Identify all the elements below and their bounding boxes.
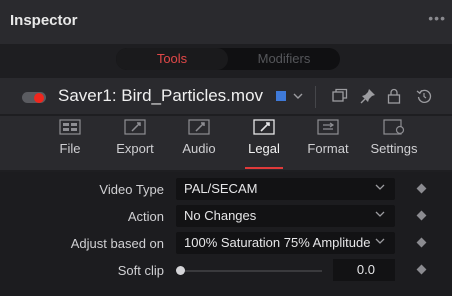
tab-modifiers[interactable]: Modifiers xyxy=(228,48,340,70)
keyframe-icon[interactable] xyxy=(416,237,427,248)
soft-clip-value: 0.0 xyxy=(356,262,375,277)
header-divider xyxy=(315,86,316,108)
chevron-down-icon xyxy=(375,211,385,217)
tab-legal-label: Legal xyxy=(248,141,280,156)
export-icon xyxy=(124,119,146,135)
reset-icon[interactable] xyxy=(416,88,432,104)
adjust-based-on-dropdown[interactable]: 100% Saturation 75% Amplitude xyxy=(176,232,395,254)
legal-icon xyxy=(253,119,275,135)
tab-export-label: Export xyxy=(116,141,154,156)
version-icon[interactable] xyxy=(332,88,348,104)
active-tab-underline xyxy=(245,167,283,169)
action-label: Action xyxy=(127,209,164,224)
lock-icon[interactable] xyxy=(386,88,402,104)
tool-color-swatch[interactable] xyxy=(276,91,286,101)
keyframe-icon[interactable] xyxy=(416,210,427,221)
action-value: No Changes xyxy=(184,208,257,223)
pin-icon[interactable] xyxy=(360,88,376,104)
inspector-tabs: File Export Audio Legal Format Settings xyxy=(0,116,452,170)
soft-clip-label: Soft clip xyxy=(117,263,164,278)
keyframe-icon[interactable] xyxy=(416,183,427,194)
tool-enable-toggle[interactable] xyxy=(22,92,46,103)
video-type-value: PAL/SECAM xyxy=(184,181,258,196)
tools-modifiers-switch: Tools Modifiers xyxy=(116,48,340,70)
tab-export[interactable]: Export xyxy=(106,118,164,168)
adjust-based-on-label: Adjust based on xyxy=(70,236,164,251)
format-icon xyxy=(317,119,339,135)
enable-dot-icon xyxy=(34,93,44,103)
tab-format-label: Format xyxy=(307,141,349,156)
tab-tools[interactable]: Tools xyxy=(116,48,228,70)
soft-clip-slider-handle[interactable] xyxy=(176,266,185,275)
tab-file-label: File xyxy=(59,141,81,156)
video-type-label: Video Type xyxy=(99,182,164,197)
file-icon xyxy=(59,119,81,135)
settings-icon xyxy=(383,119,405,135)
inspector-titlebar: Inspector ••• xyxy=(0,0,452,44)
chevron-down-icon xyxy=(375,238,385,244)
soft-clip-slider-track[interactable] xyxy=(184,270,322,272)
panel-title: Inspector xyxy=(10,12,78,29)
action-row: Action No Changes xyxy=(0,205,452,229)
adjust-based-on-row: Adjust based on 100% Saturation 75% Ampl… xyxy=(0,232,452,256)
tool-name: Saver1: Bird_Particles.mov xyxy=(58,86,264,105)
audio-icon xyxy=(188,119,210,135)
action-dropdown[interactable]: No Changes xyxy=(176,205,395,227)
tab-audio-label: Audio xyxy=(182,141,216,156)
video-type-dropdown[interactable]: PAL/SECAM xyxy=(176,178,395,200)
soft-clip-input[interactable]: 0.0 xyxy=(333,259,395,281)
tab-settings[interactable]: Settings xyxy=(365,118,423,168)
tab-legal[interactable]: Legal xyxy=(235,118,293,169)
tab-file[interactable]: File xyxy=(41,118,99,168)
soft-clip-row: Soft clip 0.0 xyxy=(0,259,452,283)
color-chevron-down-icon[interactable] xyxy=(293,90,303,104)
chevron-down-icon xyxy=(375,184,385,190)
adjust-based-on-value: 100% Saturation 75% Amplitude xyxy=(184,235,371,250)
tool-header: Saver1: Bird_Particles.mov xyxy=(0,78,452,114)
legal-controls: Video Type PAL/SECAM Action No Changes A… xyxy=(0,172,452,296)
tab-format[interactable]: Format xyxy=(299,118,357,168)
tab-audio[interactable]: Audio xyxy=(170,118,228,168)
panel-options-icon[interactable]: ••• xyxy=(428,10,446,26)
tab-settings-label: Settings xyxy=(370,141,418,156)
keyframe-icon[interactable] xyxy=(416,264,427,275)
video-type-row: Video Type PAL/SECAM xyxy=(0,178,452,202)
